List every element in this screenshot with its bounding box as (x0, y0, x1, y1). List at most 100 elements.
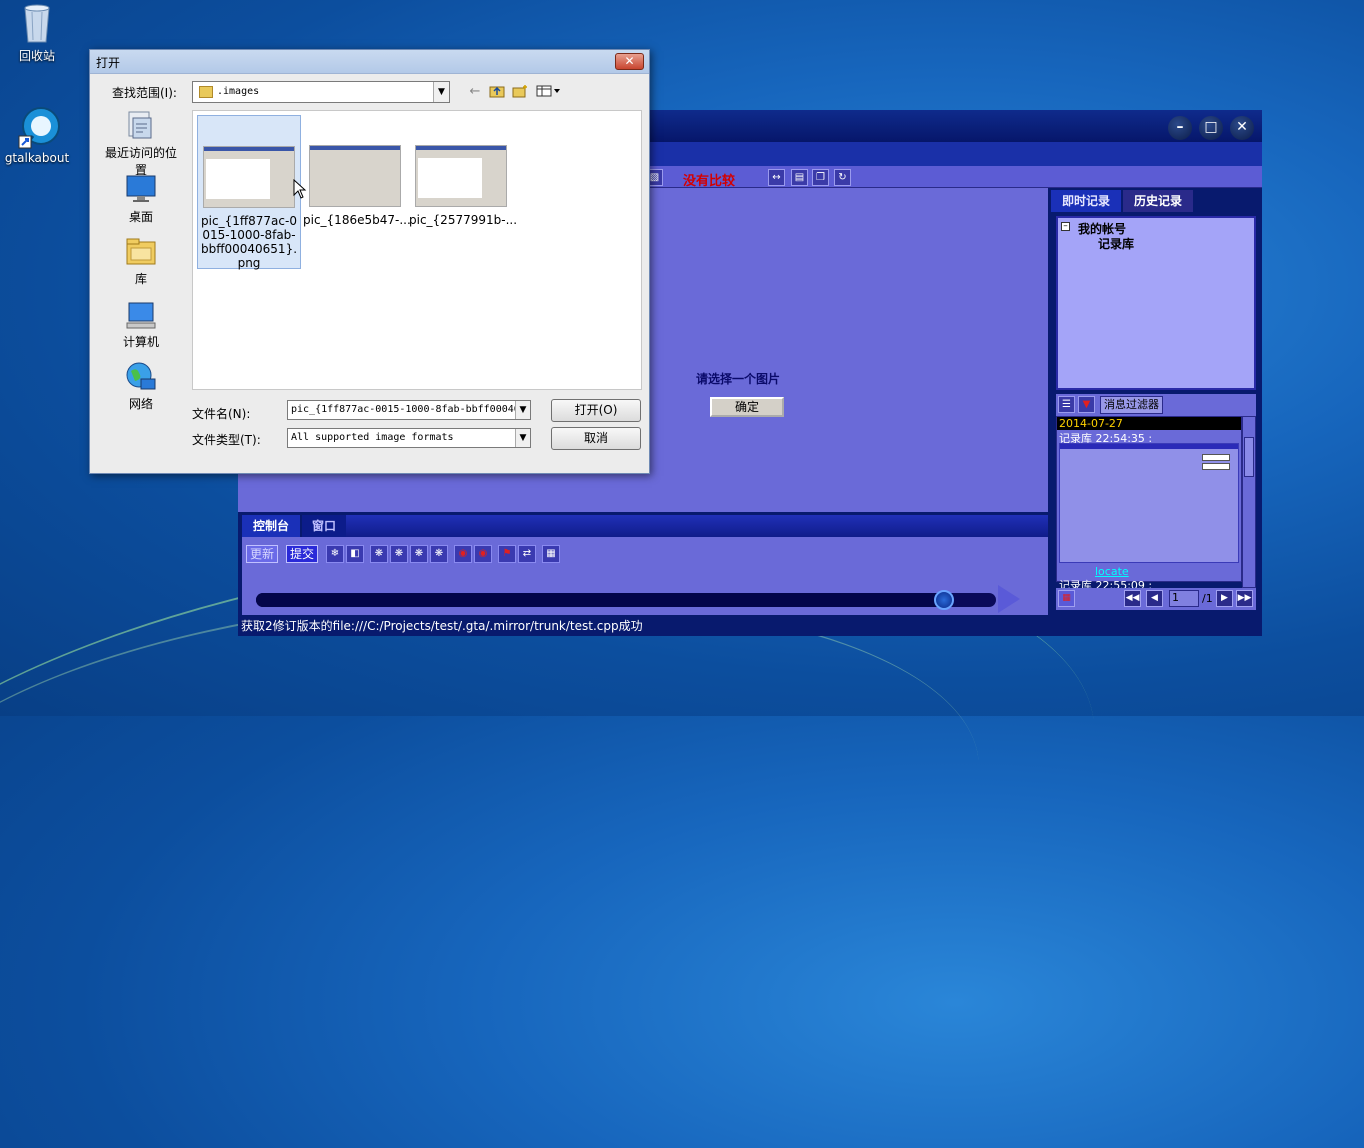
file-name: pic_{2577991b-... (409, 213, 518, 227)
image-thumbnail (203, 146, 295, 208)
progress-knob[interactable] (934, 590, 955, 610)
prev-page-icon[interactable]: ◀ (1146, 590, 1163, 607)
place-network[interactable]: 网络 (100, 361, 182, 412)
dialog-titlebar[interactable] (90, 50, 649, 74)
file-item[interactable]: pic_{186e5b47-... (303, 115, 411, 227)
network-globe-icon (125, 361, 157, 393)
filename-label: 文件名(N): (192, 407, 251, 421)
place-label: 桌面 (128, 210, 153, 224)
compare-toolbar: ▧ ↔ ▤ ❐ ↻ (646, 166, 1262, 188)
filename-dropdown-arrow[interactable]: ▼ (515, 401, 530, 419)
place-computer[interactable]: 计算机 (100, 299, 182, 350)
select-image-prompt: 请选择一个图片 (696, 372, 781, 386)
place-label: 计算机 (122, 335, 159, 349)
tab-console[interactable]: 控制台 (242, 515, 300, 537)
refresh-icon[interactable]: ↻ (834, 169, 851, 186)
computer-icon (125, 299, 157, 331)
folder-icon (199, 86, 213, 98)
tree-collapse-icon[interactable]: – (1061, 222, 1070, 231)
open-button[interactable]: 打开(O) (551, 399, 641, 422)
console-panel: 更新 提交 ❄ ◧ ❋ ❋ ❋ ❋ ◉ ◉ ⚑ ⇄ ▦ (242, 537, 1048, 615)
desktop-icon-label: gtalkabout (4, 151, 70, 165)
progress-fill (256, 593, 945, 607)
calendar-icon[interactable]: ▦ (542, 545, 560, 563)
lookin-dropdown[interactable]: .images ▼ (192, 81, 450, 103)
message-filter-button[interactable]: 消息过滤器 (1100, 396, 1163, 414)
lookin-value: .images (217, 86, 260, 97)
log-pager: ▦ ◀◀ ◀ 1 /1 ▶ ▶▶ (1056, 588, 1256, 610)
tab-realtime-log[interactable]: 即时记录 (1051, 190, 1121, 212)
lookin-label: 查找范围(I): (112, 86, 177, 100)
log-thumbnail[interactable] (1059, 443, 1239, 563)
submit-button[interactable]: 提交 (286, 545, 319, 563)
user-remove-icon[interactable]: ◉ (474, 545, 492, 563)
fit-width-icon[interactable]: ↔ (768, 169, 785, 186)
maximize-button[interactable]: □ (1199, 116, 1223, 140)
recycle-bin-icon (17, 0, 57, 44)
progress-track[interactable] (256, 590, 996, 610)
filter-bar: ☰ ▼ 消息过滤器 (1056, 394, 1256, 416)
fit-page-icon[interactable]: ▤ (791, 169, 808, 186)
tree-item-record-store[interactable]: 记录库 (1098, 235, 1134, 252)
log-date: 2014-07-27 (1057, 417, 1241, 430)
back-icon[interactable]: ← (466, 84, 484, 100)
desktop-icon-label: 回收站 (18, 49, 55, 63)
flag-icon[interactable]: ⚑ (498, 545, 516, 563)
filename-input[interactable]: pic_{1ff877ac-0015-1000-8fab-bbff0004065… (287, 400, 531, 420)
filter-toggle-icon[interactable]: ☰ (1058, 396, 1075, 413)
place-label: 库 (134, 272, 147, 286)
file-list[interactable]: pic_{1ff877ac-0015-1000-8fab-bbff0004065… (192, 110, 642, 390)
copy-icon[interactable]: ❐ (812, 169, 829, 186)
dialog-title: 打开 (96, 56, 121, 70)
filetype-select[interactable]: All supported image formats (287, 428, 531, 448)
dialog-close-button[interactable]: ✕ (615, 53, 644, 70)
log-scrollbar[interactable] (1242, 416, 1256, 588)
place-label: 最近访问的位置 (104, 146, 177, 177)
view-menu-icon[interactable] (536, 84, 562, 100)
desktop-icon-recycle-bin[interactable]: 回收站 (0, 0, 74, 64)
filetype-dropdown-arrow[interactable]: ▼ (515, 429, 530, 447)
snowflake-icon[interactable]: ❄ (326, 545, 344, 563)
place-label: 网络 (128, 397, 153, 411)
gears-icon[interactable]: ❋ (370, 545, 388, 563)
next-page-icon[interactable]: ▶ (1216, 590, 1233, 607)
cancel-button[interactable]: 取消 (551, 427, 641, 450)
mouse-cursor-icon (293, 178, 307, 202)
desktop-icon-gtalkabout[interactable]: gtalkabout (0, 104, 74, 165)
recent-places-icon (125, 110, 157, 142)
file-name: pic_{1ff877ac-0015-1000-8fab-bbff0004065… (200, 214, 298, 270)
gears-icon[interactable]: ❋ (430, 545, 448, 563)
layers-icon[interactable]: ◧ (346, 545, 364, 563)
progress-arrow-icon (998, 585, 1020, 613)
refresh-button[interactable]: 更新 (246, 545, 279, 563)
close-button[interactable]: ✕ (1230, 116, 1254, 140)
desktop-icon (125, 174, 157, 206)
page-number-input[interactable]: 1 (1169, 590, 1199, 607)
console-tabbar (346, 515, 1048, 537)
funnel-icon[interactable]: ▼ (1078, 396, 1095, 413)
gears-icon[interactable]: ❋ (410, 545, 428, 563)
first-page-icon[interactable]: ◀◀ (1124, 590, 1141, 607)
last-page-icon[interactable]: ▶▶ (1236, 590, 1253, 607)
sync-icon[interactable]: ⇄ (518, 545, 536, 563)
file-item[interactable]: pic_{1ff877ac-0015-1000-8fab-bbff0004065… (197, 115, 301, 270)
calendar-icon[interactable]: ▦ (1058, 590, 1075, 607)
place-recent[interactable]: 最近访问的位置 (100, 110, 182, 178)
user-icon[interactable]: ◉ (454, 545, 472, 563)
tab-history-log[interactable]: 历史记录 (1123, 190, 1193, 212)
place-libraries[interactable]: 库 (100, 236, 182, 287)
place-desktop[interactable]: 桌面 (100, 174, 182, 225)
chevron-down-icon[interactable]: ▼ (433, 82, 449, 102)
confirm-button[interactable]: 确定 (710, 397, 784, 417)
minimize-button[interactable]: – (1168, 116, 1192, 140)
filetype-label: 文件类型(T): (192, 433, 261, 447)
up-folder-icon[interactable] (488, 84, 506, 100)
tab-window[interactable]: 窗口 (302, 515, 346, 537)
image-thumbnail (415, 145, 507, 207)
new-folder-icon[interactable] (511, 84, 529, 100)
gtalkabout-icon (17, 104, 60, 149)
gears-icon[interactable]: ❋ (390, 545, 408, 563)
account-tree: – 我的帐号 记录库 (1056, 216, 1256, 390)
status-bar: 获取2修订版本的file:///C:/Projects/test/.gta/.m… (238, 616, 1262, 636)
file-item[interactable]: pic_{2577991b-... (409, 115, 518, 227)
